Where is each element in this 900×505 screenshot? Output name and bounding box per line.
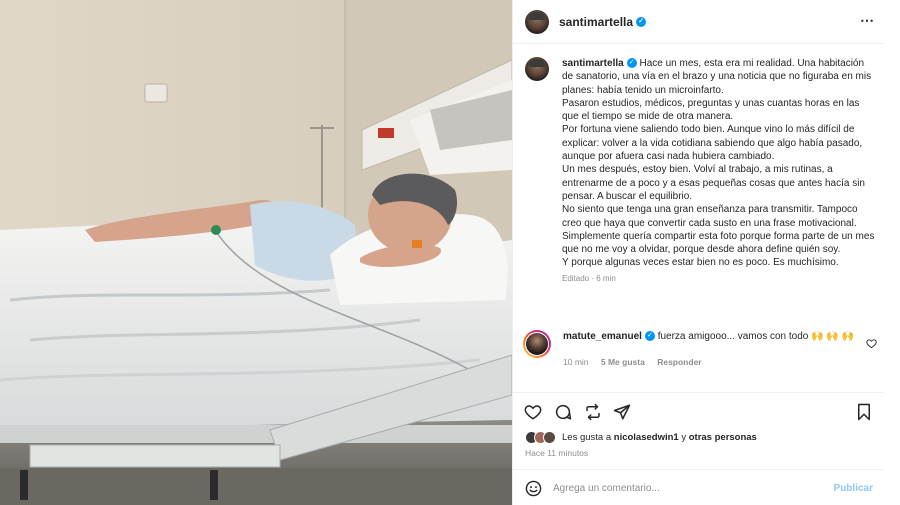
publish-button[interactable]: Publicar [834,483,873,494]
post-header: santimartella ✓ ⋯ [513,0,885,44]
page-margin [884,0,900,505]
hospital-bed-photo [0,0,512,505]
post-caption: santimartella ✓ Hace un mes, esta era mi … [525,57,875,283]
caption-paragraph: Por fortuna viene saliendo todo bien. Au… [562,124,863,163]
comment-heart-icon[interactable] [866,338,877,349]
post-timestamp[interactable]: Hace 11 minutos [525,448,588,458]
bookmark-icon[interactable] [855,403,873,421]
emoji-icon[interactable] [525,480,542,497]
other-likers-link[interactable]: otras personas [689,432,757,443]
author-avatar[interactable] [525,9,549,34]
caption-text: santimartella ✓ Hace un mes, esta era mi … [562,57,875,270]
comment-body: matute_emanuel ✓ fuerza amigooo... vamos … [563,330,863,343]
comment-meta: 10 min 5 Me gusta Responder [563,357,879,367]
caption-paragraph: santimartella ✓ Hace un mes, esta era mi … [562,58,872,96]
verified-icon: ✓ [626,58,637,69]
post-panel: santimartella ✓ ⋯ santimartella ✓ Hace un … [512,0,885,505]
caption-paragraph: No siento que tenga una gran enseñanza p… [562,204,858,229]
likes-summary: Les gusta a nicolasedwin1 y otras person… [525,431,757,444]
add-comment-bar: Publicar [513,469,885,505]
commenter-username[interactable]: matute_emanuel [563,331,642,342]
repost-icon[interactable] [584,403,602,421]
verified-icon: ✓ [644,331,655,342]
author-username[interactable]: santimartella ✓ [559,15,647,29]
liker-avatar[interactable] [543,431,556,444]
more-icon[interactable]: ⋯ [860,12,875,29]
verified-icon: ✓ [636,17,647,28]
caption-paragraph: Simplemente quería compartir esta foto p… [562,230,875,256]
action-bar [513,392,885,428]
caption-avatar[interactable] [525,57,549,81]
caption-paragraph: Un mes después, estoy bien. Volví al tra… [562,164,865,202]
caption-paragraph: Y porque algunas veces estar bien no es … [562,257,839,269]
comment-likes[interactable]: 5 Me gusta [601,357,645,367]
comment-time[interactable]: 10 min [563,357,589,367]
liker-username[interactable]: nicolasedwin1 [614,432,679,443]
commenter-avatar[interactable] [523,330,551,358]
comment-input[interactable] [553,479,823,497]
comment-icon[interactable] [554,403,572,421]
edited-label: Editado · 6 min [562,273,616,283]
heart-icon[interactable] [524,403,542,421]
likes-text: Les gusta a nicolasedwin1 y otras person… [562,432,757,443]
share-icon[interactable] [613,403,631,421]
post-photo[interactable] [0,0,512,505]
caption-username[interactable]: santimartella [562,58,624,69]
caption-paragraph: Pasaron estudios, médicos, preguntas y u… [562,97,860,123]
comment-text: fuerza amigooo... vamos con todo 🙌 🙌 🙌 [657,331,855,342]
comment-item: matute_emanuel ✓ fuerza amigooo... vamos … [523,330,879,367]
reply-button[interactable]: Responder [657,357,701,367]
